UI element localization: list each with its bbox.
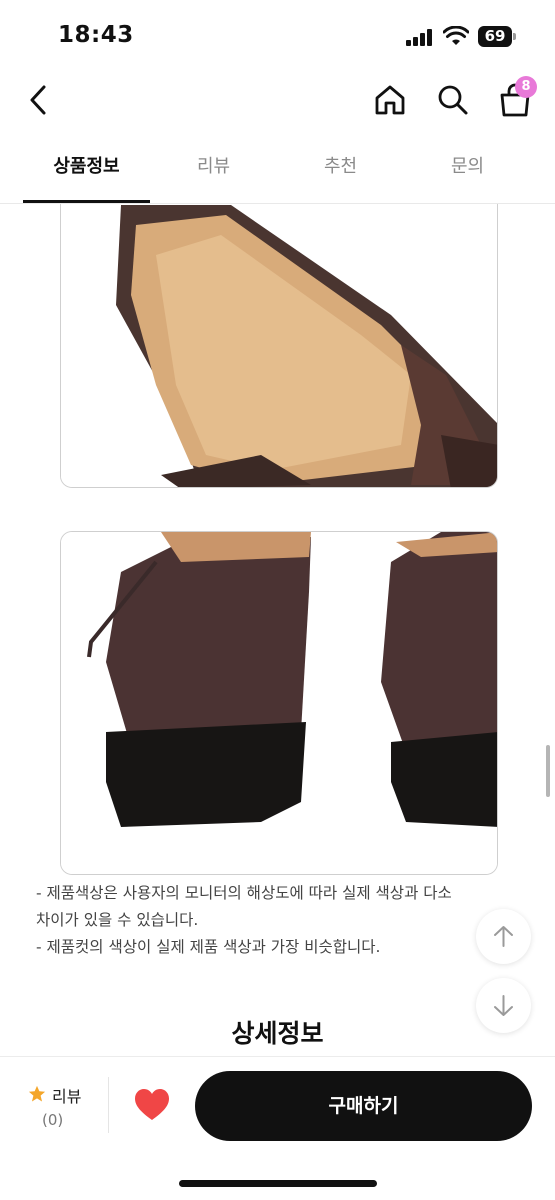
home-icon[interactable] — [372, 82, 408, 118]
tab-product-info[interactable]: 상품정보 — [23, 140, 150, 203]
wishlist-button[interactable] — [133, 1087, 171, 1123]
tab-inquiry[interactable]: 문의 — [404, 140, 531, 203]
product-detail-content: - 제품색상은 사용자의 모니터의 해상도에 따라 실제 색상과 다소 차이가 … — [0, 204, 555, 1056]
battery-level: 69 — [478, 26, 512, 47]
status-time: 18:43 — [58, 22, 134, 48]
section-title-detail: 상세정보 — [231, 1019, 324, 1048]
bottom-action-bar: 리뷰 (0) 구매하기 — [0, 1056, 555, 1156]
tab-recommend[interactable]: 추천 — [277, 140, 404, 203]
buy-button[interactable]: 구매하기 — [195, 1071, 532, 1141]
top-nav: 8 — [0, 70, 555, 134]
wifi-icon — [442, 25, 470, 46]
cart-count-badge: 8 — [515, 76, 537, 98]
scroll-down-button[interactable] — [476, 978, 531, 1033]
notice-line: 차이가 있을 수 있습니다. — [36, 911, 199, 929]
scrollbar[interactable] — [546, 745, 550, 797]
notice-line: - 제품색상은 사용자의 모니터의 해상도에 따라 실제 색상과 다소 — [36, 884, 452, 902]
color-notice: - 제품색상은 사용자의 모니터의 해상도에 따라 실제 색상과 다소 차이가 … — [36, 880, 516, 961]
review-label: 리뷰 — [52, 1087, 82, 1106]
review-count: (0) — [42, 1111, 64, 1129]
home-indicator — [179, 1180, 377, 1187]
battery-icon: 69 — [478, 26, 516, 47]
arrow-down-icon — [494, 995, 513, 1016]
divider — [108, 1077, 109, 1133]
active-tab-indicator — [23, 200, 150, 203]
review-summary[interactable]: 리뷰 (0) — [22, 1081, 92, 1136]
shoe-interior-photo — [60, 204, 498, 488]
cellular-signal-icon — [406, 29, 434, 46]
star-icon — [28, 1085, 46, 1102]
heart-icon — [135, 1089, 169, 1120]
scroll-up-button[interactable] — [476, 909, 531, 964]
notice-line: - 제품컷의 색상이 실제 제품 색상과 가장 비슷합니다. — [36, 938, 381, 956]
status-bar: 18:43 69 — [0, 0, 555, 70]
shoe-heels-photo — [60, 531, 498, 875]
product-tabs: 상품정보 리뷰 추천 문의 — [0, 140, 555, 204]
arrow-up-icon — [494, 926, 513, 947]
tab-reviews[interactable]: 리뷰 — [150, 140, 277, 203]
search-icon[interactable] — [435, 82, 471, 118]
chevron-left-icon[interactable] — [24, 82, 56, 118]
